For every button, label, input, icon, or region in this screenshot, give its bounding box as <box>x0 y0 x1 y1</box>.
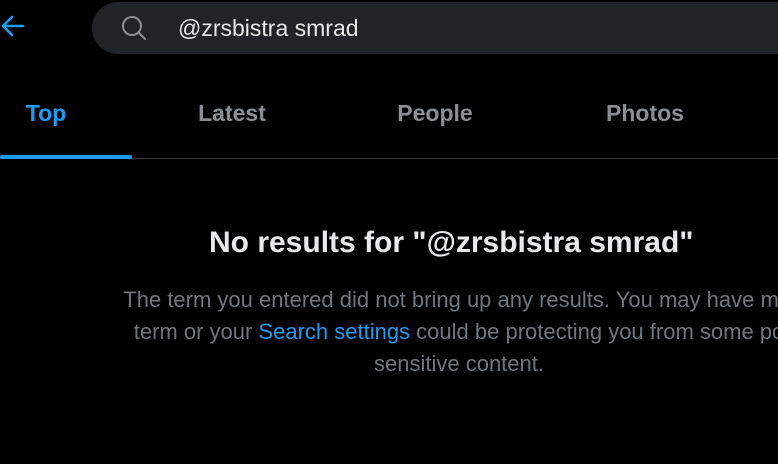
message-line-3: sensitive content. <box>374 351 544 376</box>
active-tab-indicator <box>0 155 132 159</box>
tab-label: People <box>397 99 473 126</box>
arrow-left-icon <box>1 15 25 37</box>
tab-latest[interactable]: Latest <box>180 68 284 158</box>
no-results-message: The term you entered did not bring up an… <box>0 284 778 380</box>
tab-top[interactable]: Top <box>0 68 92 158</box>
back-button[interactable] <box>0 6 34 46</box>
tab-label: Photos <box>606 99 684 126</box>
search-box[interactable] <box>92 2 778 54</box>
search-tabs: Top Latest People Photos <box>0 68 778 159</box>
tab-people[interactable]: People <box>380 68 490 158</box>
message-text: term or your <box>133 319 259 344</box>
tab-photos[interactable]: Photos <box>588 68 702 158</box>
message-text: could be protecting you from some po <box>410 319 778 344</box>
search-icon <box>122 16 146 40</box>
message-line-1: The term you entered did not bring up an… <box>123 287 778 312</box>
no-results-title: No results for "@zrsbistra smrad" <box>209 226 694 259</box>
tab-label: Latest <box>198 99 266 126</box>
message-line-2: term or your Search settings could be pr… <box>0 316 778 348</box>
search-results-page: Top Latest People Photos No results for … <box>0 0 778 464</box>
tab-label: Top <box>25 99 67 126</box>
search-settings-link[interactable]: Search settings <box>258 319 410 344</box>
search-input[interactable] <box>178 2 778 54</box>
